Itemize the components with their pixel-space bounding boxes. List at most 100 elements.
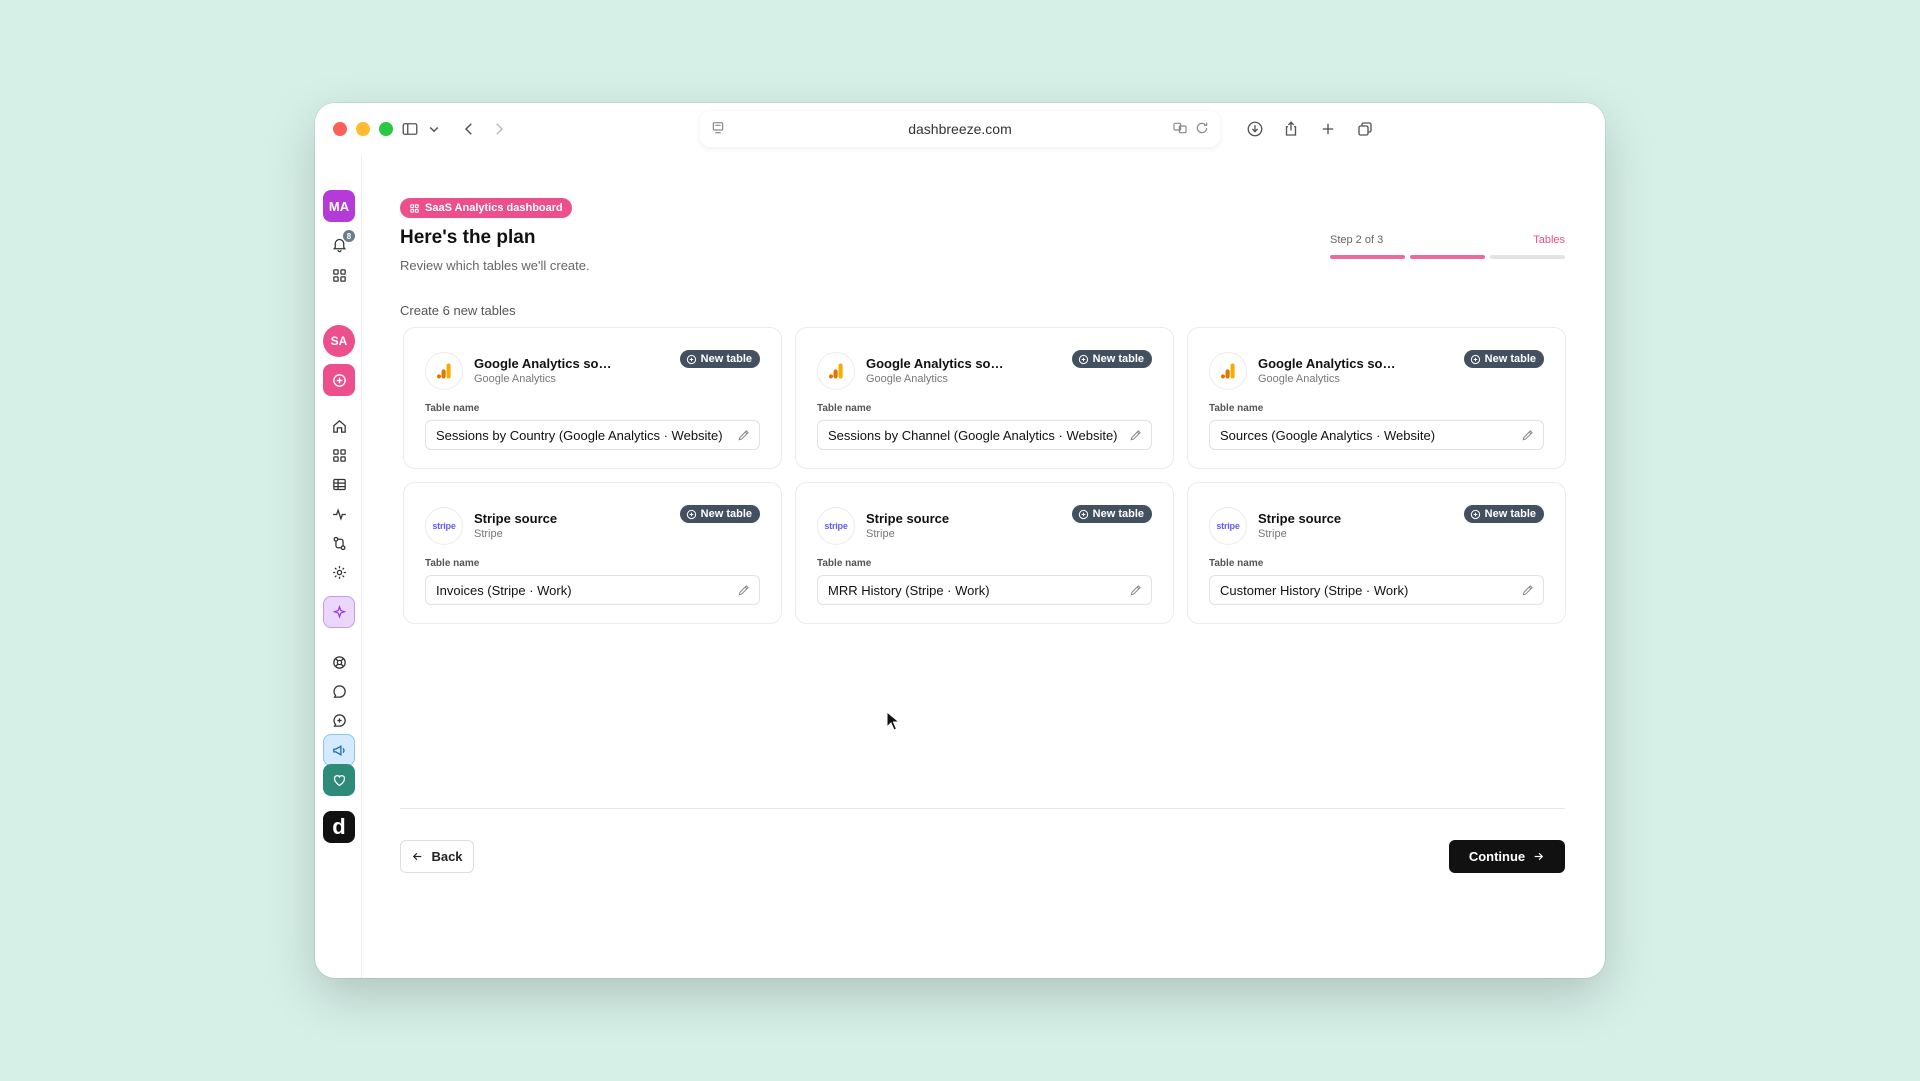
table-card: Google Analytics sour... Google Analytic… [1187, 327, 1566, 469]
stripe-logo-text: stripe [824, 521, 848, 531]
create-button[interactable] [323, 364, 355, 396]
workspace-avatar[interactable]: SA [323, 325, 355, 357]
table-name-input[interactable]: Invoices (Stripe · Work) [425, 575, 760, 605]
sidebar-item-tables[interactable] [323, 468, 355, 500]
pencil-icon[interactable] [1129, 583, 1143, 600]
new-table-badge: New table [679, 350, 760, 368]
notifications-button[interactable]: 8 [323, 228, 355, 260]
new-table-badge: New table [1071, 505, 1152, 523]
sidebar-item-integrations[interactable] [323, 527, 355, 559]
close-window-button[interactable] [333, 122, 347, 136]
tab-overview-icon[interactable] [1352, 117, 1378, 141]
share-icon[interactable] [1278, 117, 1304, 141]
new-tab-icon[interactable] [1315, 117, 1341, 141]
download-icon[interactable] [1242, 117, 1268, 141]
forward-arrow-icon[interactable] [486, 117, 512, 141]
source-title: Google Analytics sour... [474, 356, 612, 371]
source-title: Stripe source [474, 511, 558, 526]
source-type: Stripe [1258, 528, 1287, 540]
address-bar[interactable]: dashbreeze.com [700, 111, 1220, 147]
dashbreeze-logo[interactable]: d [323, 811, 355, 843]
source-title: Stripe source [1258, 511, 1342, 526]
browser-window: dashbreeze.com MA 8 SA d SaaS Analytics … [315, 103, 1605, 978]
pencil-icon[interactable] [1521, 428, 1535, 445]
new-table-badge: New table [1071, 350, 1152, 368]
table-name-label: Table name [425, 403, 480, 414]
heart-icon [333, 774, 345, 786]
table-name-input[interactable]: Sessions by Country (Google Analytics · … [425, 420, 760, 450]
window-controls [333, 122, 393, 136]
message-plus-icon [332, 713, 346, 727]
megaphone-icon [332, 744, 345, 756]
back-button[interactable]: Back [400, 840, 474, 873]
stripe-logo: stripe [425, 507, 463, 545]
pencil-icon[interactable] [1129, 428, 1143, 445]
page-subtitle: Review which tables we'll create. [400, 258, 590, 273]
footer-divider [400, 808, 1565, 809]
plus-circle-icon [332, 373, 346, 387]
table-name-label: Table name [425, 558, 480, 569]
table-name-input[interactable]: Customer History (Stripe · Work) [1209, 575, 1544, 605]
sidebar-item-metrics[interactable] [323, 498, 355, 530]
feedback-button[interactable] [323, 704, 355, 736]
notification-count-badge: 8 [343, 230, 355, 242]
source-title: Google Analytics sour... [866, 356, 1004, 371]
step-name: Tables [1533, 234, 1565, 246]
stripe-logo-text: stripe [432, 521, 456, 531]
favorites-button[interactable] [323, 764, 355, 796]
pencil-icon[interactable] [737, 428, 751, 445]
table-card: Google Analytics sour... Google Analytic… [795, 327, 1174, 469]
source-type: Google Analytics [1258, 373, 1340, 385]
connections-icon [333, 536, 345, 550]
google-analytics-icon [436, 363, 451, 379]
pencil-icon[interactable] [737, 583, 751, 600]
page-settings-icon[interactable] [710, 120, 726, 139]
table-card: stripe Stripe source Stripe New table Ta… [1187, 482, 1566, 624]
table-name-input[interactable]: Sessions by Channel (Google Analytics · … [817, 420, 1152, 450]
reload-icon[interactable] [1194, 120, 1210, 136]
stripe-logo: stripe [817, 507, 855, 545]
source-title: Stripe source [866, 511, 950, 526]
google-analytics-icon [828, 363, 843, 379]
maximize-window-button[interactable] [379, 122, 393, 136]
step-progress [1330, 255, 1565, 259]
stripe-logo: stripe [1209, 507, 1247, 545]
back-arrow-icon[interactable] [456, 117, 482, 141]
apps-button[interactable] [323, 259, 355, 291]
project-pill[interactable]: SaaS Analytics dashboard [400, 198, 572, 218]
minimize-window-button[interactable] [356, 122, 370, 136]
dashboard-icon [410, 203, 419, 213]
sidebar-item-home[interactable] [323, 410, 355, 442]
user-avatar[interactable]: MA [323, 190, 355, 222]
table-card: stripe Stripe source Stripe New table Ta… [795, 482, 1174, 624]
page-title: Here's the plan [400, 227, 536, 248]
browser-toolbar: dashbreeze.com [315, 103, 1605, 155]
google-analytics-logo [425, 352, 463, 390]
lifebuoy-icon [332, 655, 346, 669]
sidebar-item-dashboards[interactable] [323, 439, 355, 471]
sidebar-item-settings[interactable] [323, 556, 355, 588]
source-title: Google Analytics sour... [1258, 356, 1396, 371]
source-type: Stripe [866, 528, 895, 540]
activity-icon [332, 507, 346, 521]
google-analytics-icon [1220, 363, 1235, 379]
plus-circle-icon [1470, 354, 1480, 364]
stripe-logo-text: stripe [1216, 521, 1240, 531]
ai-assistant-button[interactable] [323, 596, 355, 628]
table-name-input[interactable]: Sources (Google Analytics · Website) [1209, 420, 1544, 450]
app-sidebar: MA 8 SA d [315, 155, 362, 978]
sidebar-toggle-icon[interactable] [397, 117, 423, 141]
arrow-left-icon [413, 852, 422, 861]
chat-button[interactable] [323, 675, 355, 707]
continue-button[interactable]: Continue [1449, 840, 1565, 873]
sparkle-icon [332, 604, 346, 619]
home-icon [332, 419, 346, 433]
announcements-button[interactable] [323, 734, 355, 766]
help-button[interactable] [323, 646, 355, 678]
chevron-down-icon[interactable] [421, 117, 447, 141]
translate-icon[interactable] [1172, 120, 1188, 136]
gear-icon [332, 565, 346, 579]
table-name-input[interactable]: MRR History (Stripe · Work) [817, 575, 1152, 605]
plus-circle-icon [1078, 354, 1088, 364]
pencil-icon[interactable] [1521, 583, 1535, 600]
